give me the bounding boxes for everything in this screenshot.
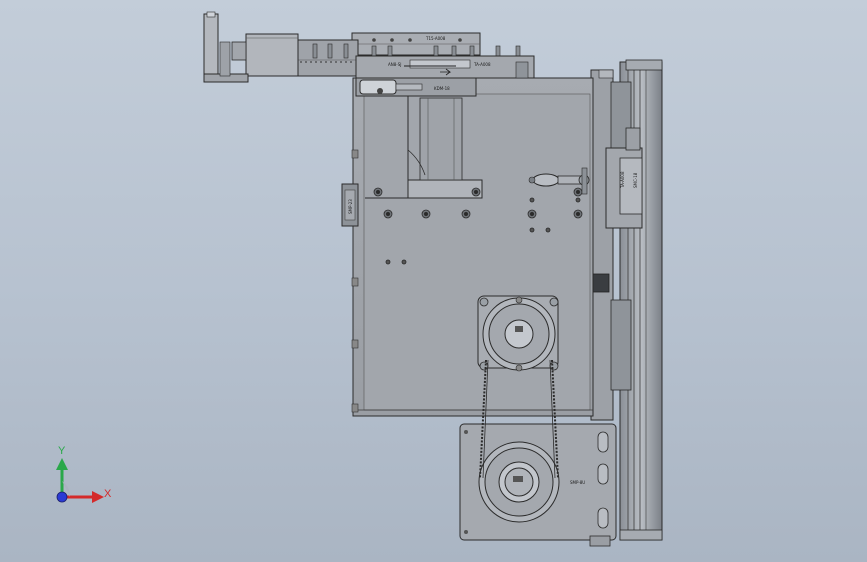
- triad-y-label: Y: [58, 445, 66, 457]
- left-block-label: SMP-23: [348, 199, 353, 214]
- right-block-label: TA-A008: [620, 171, 625, 189]
- upper-motor-pulley[interactable]: [477, 295, 559, 372]
- bracket-label-b: TA-A008: [473, 62, 491, 67]
- sensor-label-a: AN8-SJ: [388, 62, 401, 67]
- top-bar-label: T15-A008: [425, 36, 446, 41]
- left-side-block[interactable]: SMP-23: [341, 183, 359, 227]
- triad-x-label: X: [104, 488, 112, 500]
- motor-plate-label: SMP-8U: [570, 480, 585, 485]
- right-block-label2: SMC-18: [633, 172, 638, 188]
- cylinder-label: KDM-18: [434, 86, 450, 91]
- lower-motor-pulley[interactable]: [478, 441, 560, 523]
- coordinate-triad: Y X: [56, 445, 112, 503]
- cad-viewport[interactable]: TA-A008 SMC-18 SMP-23 T15-A008 AN8-SJ TA…: [0, 0, 867, 562]
